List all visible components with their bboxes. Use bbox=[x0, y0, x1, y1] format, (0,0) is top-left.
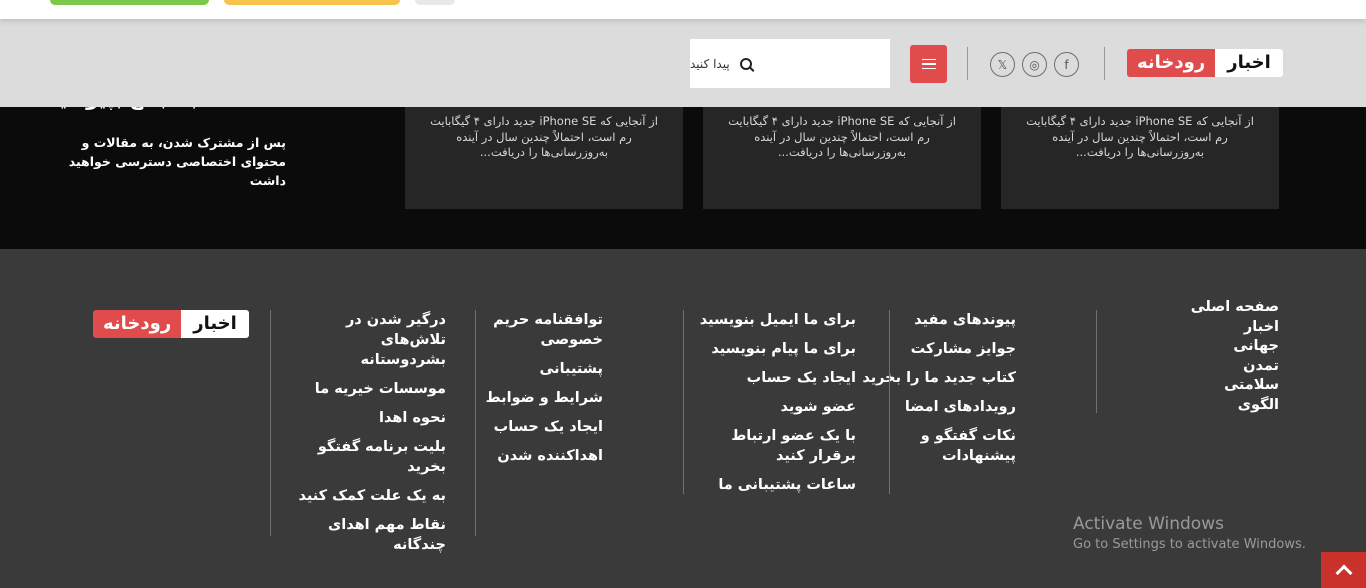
footer-link[interactable]: ساعات پشتیبانی ما bbox=[686, 475, 856, 495]
footer-divider bbox=[270, 310, 271, 536]
footer-col-contact: برای ما ایمیل بنویسید برای ما پیام بنویس… bbox=[686, 310, 856, 504]
footer-link[interactable]: توافقنامه حریم خصوصی bbox=[483, 310, 603, 350]
footer-link[interactable]: شرایط و ضوابط bbox=[483, 388, 603, 408]
footer-link[interactable]: پشتیبانی bbox=[483, 359, 603, 379]
search-placeholder: پیدا کنید bbox=[690, 56, 730, 71]
footer-link[interactable]: نکات گفتگو و پیشنهادات bbox=[896, 426, 1016, 466]
footer-link[interactable]: بلیت برنامه گفتگو بخرید bbox=[296, 437, 446, 477]
footer-divider bbox=[475, 310, 476, 536]
subscribe-text: پس از مشترک شدن، به مقالات و محتوای اختص… bbox=[68, 135, 286, 188]
footer-link[interactable]: اهداکننده شدن bbox=[483, 446, 603, 466]
sticky-header: رودخانه اخبار f ◎ 𝕏 پیدا کنید bbox=[0, 19, 1366, 107]
x-icon[interactable]: 𝕏 bbox=[990, 52, 1015, 77]
menu-button[interactable] bbox=[910, 45, 947, 83]
footer-nav-news[interactable]: اخبار bbox=[1191, 318, 1279, 338]
green-button[interactable] bbox=[50, 0, 209, 5]
footer-link[interactable]: با یک عضو ارتباط برقرار کنید bbox=[696, 426, 856, 466]
card-excerpt: از آنجایی که iPhone SE جدید دارای ۴ گیگا… bbox=[728, 114, 956, 159]
logo-word-red: رودخانه bbox=[1127, 49, 1216, 77]
footer-link[interactable]: موسسات خیریه ما bbox=[296, 379, 446, 399]
footer-nav-health[interactable]: سلامتی bbox=[1191, 376, 1279, 396]
footer-nav: صفحه اصلی اخبار جهانی تمدن سلامتی الگوی bbox=[1191, 298, 1279, 415]
header-divider bbox=[967, 47, 968, 80]
footer-logo[interactable]: رودخانه اخبار bbox=[93, 310, 249, 338]
footer-link[interactable]: ایجاد یک حساب bbox=[686, 368, 856, 388]
article-card[interactable]: از آنجایی که iPhone SE جدید دارای ۴ گیگا… bbox=[1001, 100, 1279, 209]
footer-nav-home[interactable]: صفحه اصلی bbox=[1191, 298, 1279, 318]
yellow-button[interactable] bbox=[224, 0, 400, 5]
footer-link[interactable]: پیوندهای مفید bbox=[856, 310, 1016, 330]
footer-col-useful-links: پیوندهای مفید جوایز مشارکت کتاب جدید ما … bbox=[856, 310, 1016, 475]
search-icon bbox=[739, 57, 752, 70]
activate-windows-watermark: Activate Windows Go to Settings to activ… bbox=[1073, 513, 1306, 555]
footer-divider bbox=[683, 310, 684, 494]
scroll-to-top-button[interactable] bbox=[1321, 552, 1366, 588]
footer-link[interactable]: رویدادهای امضا bbox=[856, 397, 1016, 417]
footer-nav-pattern[interactable]: الگوی bbox=[1191, 396, 1279, 416]
footer-link[interactable]: کتاب جدید ما را بخرید bbox=[856, 368, 1016, 388]
article-card[interactable]: از آنجایی که iPhone SE جدید دارای ۴ گیگا… bbox=[703, 100, 981, 209]
footer-link[interactable]: درگیر شدن در تلاش‌های بشردوستانه bbox=[296, 310, 446, 370]
top-strip bbox=[0, 0, 1366, 19]
gray-button[interactable] bbox=[415, 0, 455, 5]
footer-col-legal: توافقنامه حریم خصوصی پشتیبانی شرایط و ضو… bbox=[483, 310, 603, 475]
footer-link[interactable]: نحوه اهدا bbox=[296, 408, 446, 428]
footer-nav-civilization[interactable]: تمدن bbox=[1191, 357, 1279, 377]
footer-link[interactable]: عضو شوید bbox=[686, 397, 856, 417]
footer-link[interactable]: برای ما پیام بنویسید bbox=[686, 339, 856, 359]
logo-word-white: اخبار bbox=[1215, 49, 1283, 77]
footer-link[interactable]: جوایز مشارکت bbox=[856, 339, 1016, 359]
footer-col-charity: درگیر شدن در تلاش‌های بشردوستانه موسسات … bbox=[296, 310, 446, 564]
header-logo[interactable]: رودخانه اخبار bbox=[1127, 49, 1283, 77]
footer-divider bbox=[1096, 310, 1097, 413]
instagram-icon[interactable]: ◎ bbox=[1022, 52, 1047, 77]
search-input[interactable]: پیدا کنید bbox=[690, 39, 890, 88]
activate-title: Activate Windows bbox=[1073, 514, 1224, 534]
footer-link[interactable]: نقاط مهم اهدای چندگانه bbox=[296, 515, 446, 555]
footer-link[interactable]: به یک علت کمک کنید bbox=[296, 486, 446, 506]
article-card[interactable]: از آنجایی که iPhone SE جدید دارای ۴ گیگا… bbox=[405, 100, 683, 209]
logo-word-white: اخبار bbox=[181, 310, 249, 338]
header-divider bbox=[1104, 47, 1105, 80]
footer-nav-world[interactable]: جهانی bbox=[1191, 337, 1279, 357]
chevron-up-icon bbox=[1335, 564, 1352, 582]
card-excerpt: از آنجایی که iPhone SE جدید دارای ۴ گیگا… bbox=[1026, 114, 1254, 159]
card-excerpt: از آنجایی که iPhone SE جدید دارای ۴ گیگا… bbox=[430, 114, 658, 159]
activate-subtitle: Go to Settings to activate Windows. bbox=[1073, 537, 1306, 552]
facebook-icon[interactable]: f bbox=[1054, 52, 1079, 77]
footer-divider bbox=[889, 310, 890, 494]
hamburger-icon bbox=[921, 58, 936, 61]
logo-word-red: رودخانه bbox=[93, 310, 182, 338]
footer-link[interactable]: ایجاد یک حساب bbox=[483, 417, 603, 437]
footer-link[interactable]: برای ما ایمیل بنویسید bbox=[686, 310, 856, 330]
